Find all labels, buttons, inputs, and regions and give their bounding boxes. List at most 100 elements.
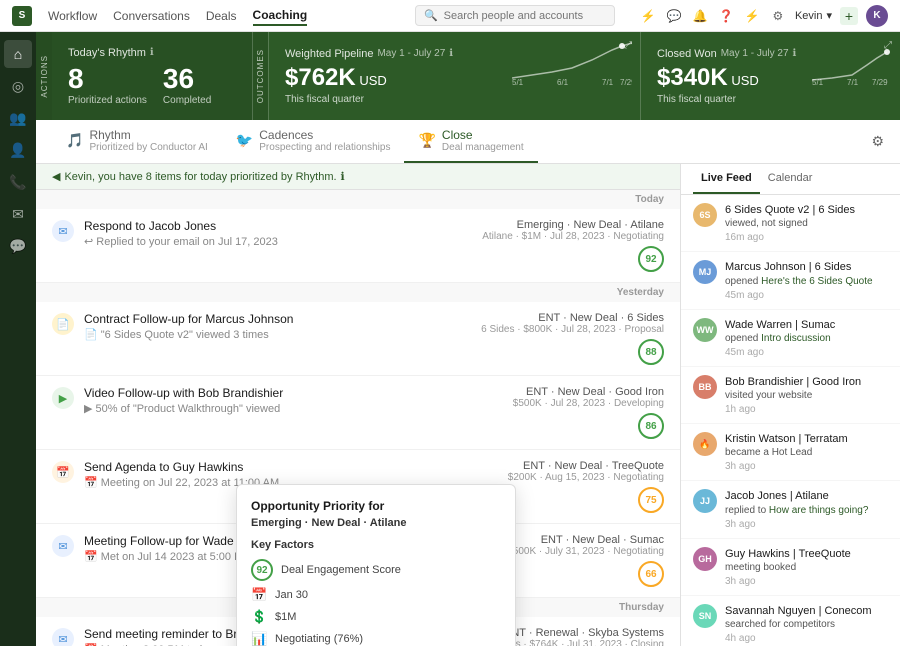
tab-rhythm[interactable]: 🎵 Rhythm Prioritized by Conductor AI (52, 120, 222, 163)
tab-cadences[interactable]: 🐦 Cadences Prospecting and relationships (222, 120, 405, 163)
task-item[interactable]: ▶ Video Follow-up with Bob Brandishier ▶… (36, 376, 680, 450)
bell-icon[interactable]: 🔔 (691, 7, 709, 25)
popup-for: for (368, 499, 384, 513)
sidebar-item-phone[interactable]: 📞 (4, 168, 32, 196)
feed-item[interactable]: 🔥 Kristin Watson | Terratam became a Hot… (681, 424, 900, 481)
calendar-icon: 📅 (251, 587, 267, 603)
tab-close-subtitle: Deal management (442, 142, 524, 153)
task-email-icon: ✉ (52, 628, 74, 646)
feed-item[interactable]: GH Guy Hawkins | TreeQuote meeting booke… (681, 539, 900, 596)
feed-action: became a Hot Lead (725, 446, 888, 459)
stats-pipeline: Weighted Pipeline May 1 - July 27 ℹ $762… (268, 32, 640, 120)
tab-cadences-subtitle: Prospecting and relationships (259, 142, 390, 153)
feed-time: 3h ago (725, 461, 888, 472)
search-input[interactable] (444, 10, 606, 22)
feed-content: Marcus Johnson | 6 Sides opened Here's t… (725, 260, 888, 300)
tab-close[interactable]: 🏆 Close Deal management (404, 120, 537, 163)
back-icon: ◀ (52, 170, 60, 183)
feed-avatar: WW (693, 318, 717, 342)
rhythm-notice-info: ℹ (341, 170, 345, 183)
feed-item[interactable]: MJ Marcus Johnson | 6 Sides opened Here'… (681, 252, 900, 309)
dollar-icon: 💲 (251, 609, 267, 625)
actions-label: ACTIONS (40, 55, 49, 98)
rhythm-notice: ◀ Kevin, you have 8 items for today prio… (36, 164, 680, 190)
feed-title: Jacob Jones | Atilane (725, 489, 888, 503)
feed-avatar: JJ (693, 489, 717, 513)
gear-icon[interactable]: ⚙ (769, 7, 787, 25)
tab-calendar[interactable]: Calendar (760, 164, 821, 194)
feed-action: visited your website (725, 389, 888, 402)
feed-action: meeting booked (725, 561, 888, 574)
feed-action: opened Here's the 6 Sides Quote (725, 275, 888, 288)
question-icon[interactable]: ❓ (717, 7, 735, 25)
popup-title: Opportunity Priority for (251, 499, 501, 513)
feed-item[interactable]: WW Wade Warren | Sumac opened Intro disc… (681, 310, 900, 367)
task-right: ENT · New Deal · 6 Sides 6 Sides · $800K… (481, 312, 664, 365)
tab-live-feed[interactable]: Live Feed (693, 164, 760, 194)
nav-deals[interactable]: Deals (206, 7, 237, 25)
feed-avatar: GH (693, 547, 717, 571)
task-content: Respond to Jacob Jones ↩ Replied to your… (84, 219, 472, 248)
feed-action: replied to How are things going? (725, 504, 888, 517)
sidebar-item-users[interactable]: 👥 (4, 104, 32, 132)
filter-icon[interactable]: ⚙ (871, 133, 884, 150)
cadences-icon: 🐦 (236, 132, 253, 149)
task-title: Contract Follow-up for Marcus Johnson (84, 312, 471, 326)
pipeline-amount: $762K USD (285, 64, 453, 92)
closed-expand-icon[interactable]: ⤢ (884, 40, 892, 51)
avatar[interactable]: K (866, 5, 888, 27)
stats-bar: ACTIONS Today's Rhythm ℹ 8 Prioritized a… (36, 32, 900, 120)
svg-text:5/1: 5/1 (512, 78, 524, 85)
score-badge: 88 (638, 339, 664, 365)
task-right: ENT · New Deal · TreeQuote $200K · Aug 1… (508, 460, 664, 513)
user-menu[interactable]: Kevin ▾ (795, 9, 832, 22)
search-box[interactable]: 🔍 (415, 5, 615, 26)
svg-text:5/1: 5/1 (812, 78, 824, 85)
feed-content: Jacob Jones | Atilane replied to How are… (725, 489, 888, 529)
sub-nav: 🎵 Rhythm Prioritized by Conductor AI 🐦 C… (36, 120, 900, 164)
task-sub: 📄 "6 Sides Quote v2" viewed 3 times (84, 328, 471, 341)
feed-item[interactable]: BB Bob Brandishier | Good Iron visited y… (681, 367, 900, 424)
nav-workflow[interactable]: Workflow (48, 7, 97, 25)
feed-avatar: 6S (693, 203, 717, 227)
task-item[interactable]: 📄 Contract Follow-up for Marcus Johnson … (36, 302, 680, 376)
task-right: ENT · New Deal · Good Iron $500K · Jul 2… (513, 386, 664, 439)
chat-icon[interactable]: 💬 (665, 7, 683, 25)
feed-title: 6 Sides Quote v2 | 6 Sides (725, 203, 888, 217)
rhythm-label: Today's Rhythm ℹ (68, 47, 211, 59)
task-email-icon: ✉ (52, 220, 74, 242)
closed-info-icon[interactable]: ℹ (793, 48, 797, 59)
bolt-icon[interactable]: ⚡ (743, 7, 761, 25)
pipeline-info-icon[interactable]: ℹ (449, 48, 453, 59)
feed-time: 16m ago (725, 232, 888, 243)
feed-time: 3h ago (725, 576, 888, 587)
add-button[interactable]: + (840, 7, 858, 25)
popup-score-row: 92 Deal Engagement Score (251, 559, 501, 581)
feed-item[interactable]: SN Savannah Nguyen | Conecom searched fo… (681, 596, 900, 646)
feed-content: 6 Sides Quote v2 | 6 Sides viewed, not s… (725, 203, 888, 243)
sidebar-item-chat[interactable]: 💬 (4, 232, 32, 260)
nav-coaching[interactable]: Coaching (253, 6, 308, 26)
pipeline-chart: 5/1 6/1 7/1 7/29 (512, 40, 632, 85)
popup-date-row: 📅 Jan 30 (251, 587, 501, 603)
sidebar-item-email[interactable]: ✉ (4, 200, 32, 228)
feed-tabs: Live Feed Calendar (681, 164, 900, 195)
top-nav: S Workflow Conversations Deals Coaching … (0, 0, 900, 32)
task-item[interactable]: ✉ Respond to Jacob Jones ↩ Replied to yo… (36, 209, 680, 283)
lightning-icon[interactable]: ⚡ (639, 7, 657, 25)
pipeline-expand-icon[interactable]: ⤢ (624, 40, 632, 51)
feed-title: Bob Brandishier | Good Iron (725, 375, 888, 389)
feed-content: Wade Warren | Sumac opened Intro discuss… (725, 318, 888, 358)
search-icon: 🔍 (424, 9, 438, 22)
feed-time: 4h ago (725, 633, 888, 644)
task-video-icon: ▶ (52, 387, 74, 409)
feed-action: viewed, not signed (725, 217, 888, 230)
feed-item[interactable]: JJ Jacob Jones | Atilane replied to How … (681, 481, 900, 538)
sidebar-item-compass[interactable]: ◎ (4, 72, 32, 100)
sidebar-item-home[interactable]: ⌂ (4, 40, 32, 68)
sidebar-item-person[interactable]: 👤 (4, 136, 32, 164)
info-icon[interactable]: ℹ (150, 47, 154, 58)
nav-conversations[interactable]: Conversations (113, 7, 190, 25)
score-badge: 75 (638, 487, 664, 513)
feed-item[interactable]: 6S 6 Sides Quote v2 | 6 Sides viewed, no… (681, 195, 900, 252)
